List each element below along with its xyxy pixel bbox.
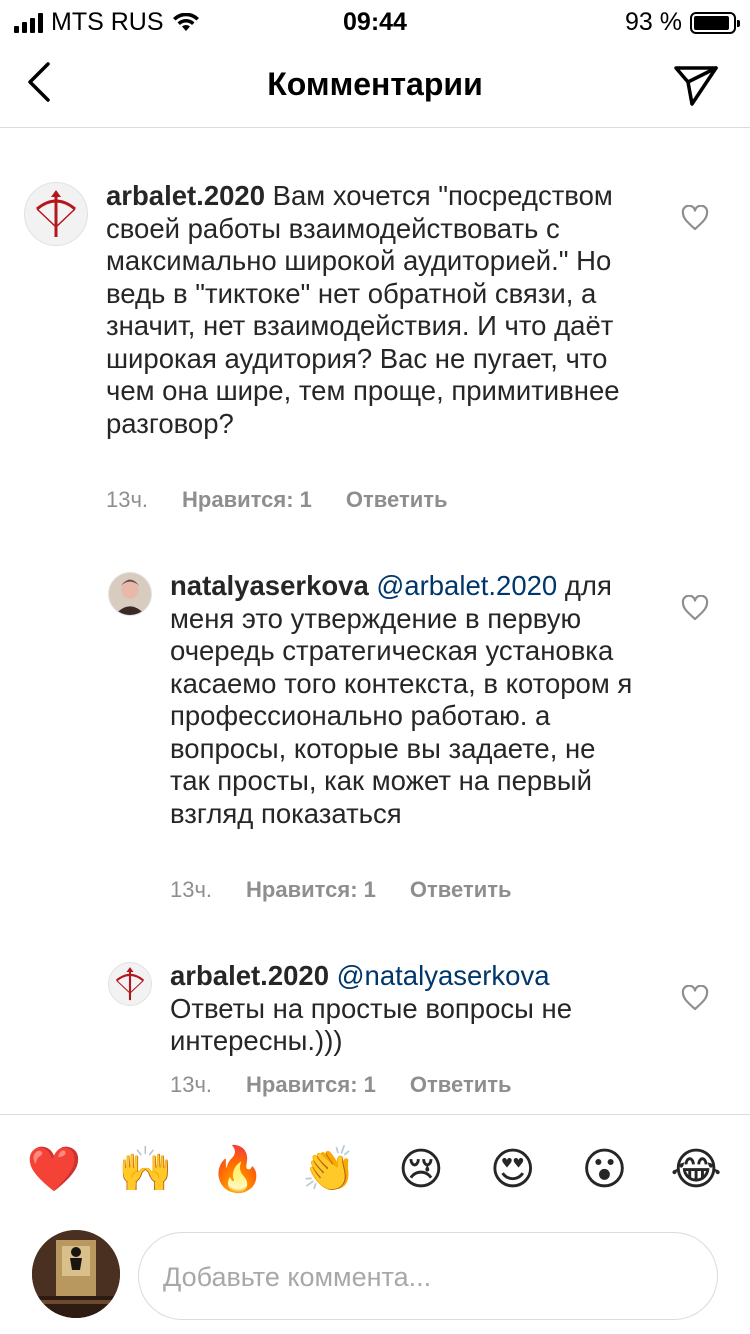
comment-reply: arbalet.2020 @natalyaserkova Ответы на п…	[0, 918, 750, 1114]
avatar[interactable]	[108, 572, 152, 616]
emoji-heart[interactable]: ❤️	[19, 1140, 89, 1200]
page-title: Комментарии	[267, 66, 483, 102]
comment: arbalet.2020 Вам хочется "посредством св…	[0, 128, 750, 528]
heart-icon[interactable]	[681, 985, 709, 1011]
comment-username[interactable]: arbalet.2020	[106, 180, 265, 211]
reply-button[interactable]: Ответить	[410, 1072, 512, 1098]
comment-body: Ответы на простые вопросы не интересны.)…	[170, 992, 573, 1057]
comment-meta: 13ч. Нравится: 1 Ответить	[170, 877, 512, 903]
comment-body: для меня это утверждение в первую очеред…	[170, 570, 633, 829]
emoji-clapping[interactable]: 👏	[294, 1140, 364, 1200]
emoji-laughing[interactable]: 😂	[661, 1140, 731, 1200]
divider	[0, 1114, 750, 1115]
avatar[interactable]	[24, 182, 88, 246]
battery-level	[694, 15, 730, 30]
comment-input[interactable]	[163, 1255, 693, 1299]
comment-text: natalyaserkova @arbalet.2020 для меня эт…	[170, 570, 640, 830]
comments-list: arbalet.2020 Вам хочется "посредством св…	[0, 128, 750, 1114]
likes-count[interactable]: Нравится: 1	[246, 1072, 376, 1098]
comment-username[interactable]: natalyaserkova	[170, 570, 369, 601]
emoji-quick-bar: ❤️ 🙌 🔥 👏 😢 😍 😮 😂	[0, 1140, 750, 1200]
comment-meta: 13ч. Нравится: 1 Ответить	[106, 487, 448, 513]
comment-body: Вам хочется "посредством своей работы вз…	[106, 180, 620, 439]
battery-icon	[690, 11, 740, 34]
emoji-crying[interactable]: 😢	[386, 1140, 456, 1200]
heart-icon[interactable]	[681, 205, 709, 231]
battery-percent: 93 %	[625, 8, 682, 36]
crossbow-icon	[36, 190, 76, 237]
comment-username[interactable]: arbalet.2020	[170, 960, 329, 991]
nav-header: Комментарии	[0, 44, 750, 128]
comment-time: 13ч.	[106, 487, 149, 512]
reply-button[interactable]: Ответить	[410, 877, 512, 903]
status-bar: MTS RUS 09:44 93 %	[0, 0, 750, 44]
heart-icon[interactable]	[681, 595, 709, 621]
comment-mention[interactable]: @natalyaserkova	[329, 960, 550, 991]
emoji-raised-hands[interactable]: 🙌	[111, 1140, 181, 1200]
emoji-surprised[interactable]: 😮	[569, 1140, 639, 1200]
comment-reply: natalyaserkova @arbalet.2020 для меня эт…	[0, 528, 750, 918]
status-right: 93 %	[625, 8, 740, 37]
comment-meta: 13ч. Нравится: 1 Ответить	[170, 1072, 512, 1098]
comment-text: arbalet.2020 Вам хочется "посредством св…	[106, 180, 646, 440]
avatar[interactable]	[108, 962, 152, 1006]
comment-time: 13ч.	[170, 877, 213, 902]
comment-input-wrapper	[138, 1232, 718, 1320]
comment-time: 13ч.	[170, 1072, 213, 1097]
likes-count[interactable]: Нравится: 1	[182, 487, 312, 513]
reply-button[interactable]: Ответить	[346, 487, 448, 513]
user-photo-icon	[114, 579, 146, 615]
comment-mention[interactable]: @arbalet.2020	[369, 570, 557, 601]
emoji-fire[interactable]: 🔥	[202, 1140, 272, 1200]
paper-plane-icon[interactable]	[672, 60, 720, 108]
emoji-heart-eyes[interactable]: 😍	[478, 1140, 548, 1200]
crossbow-icon	[115, 967, 145, 1001]
likes-count[interactable]: Нравится: 1	[246, 877, 376, 903]
profile-photo-icon	[32, 1230, 120, 1318]
comment-text: arbalet.2020 @natalyaserkova Ответы на п…	[170, 960, 640, 1058]
my-avatar	[32, 1230, 120, 1318]
